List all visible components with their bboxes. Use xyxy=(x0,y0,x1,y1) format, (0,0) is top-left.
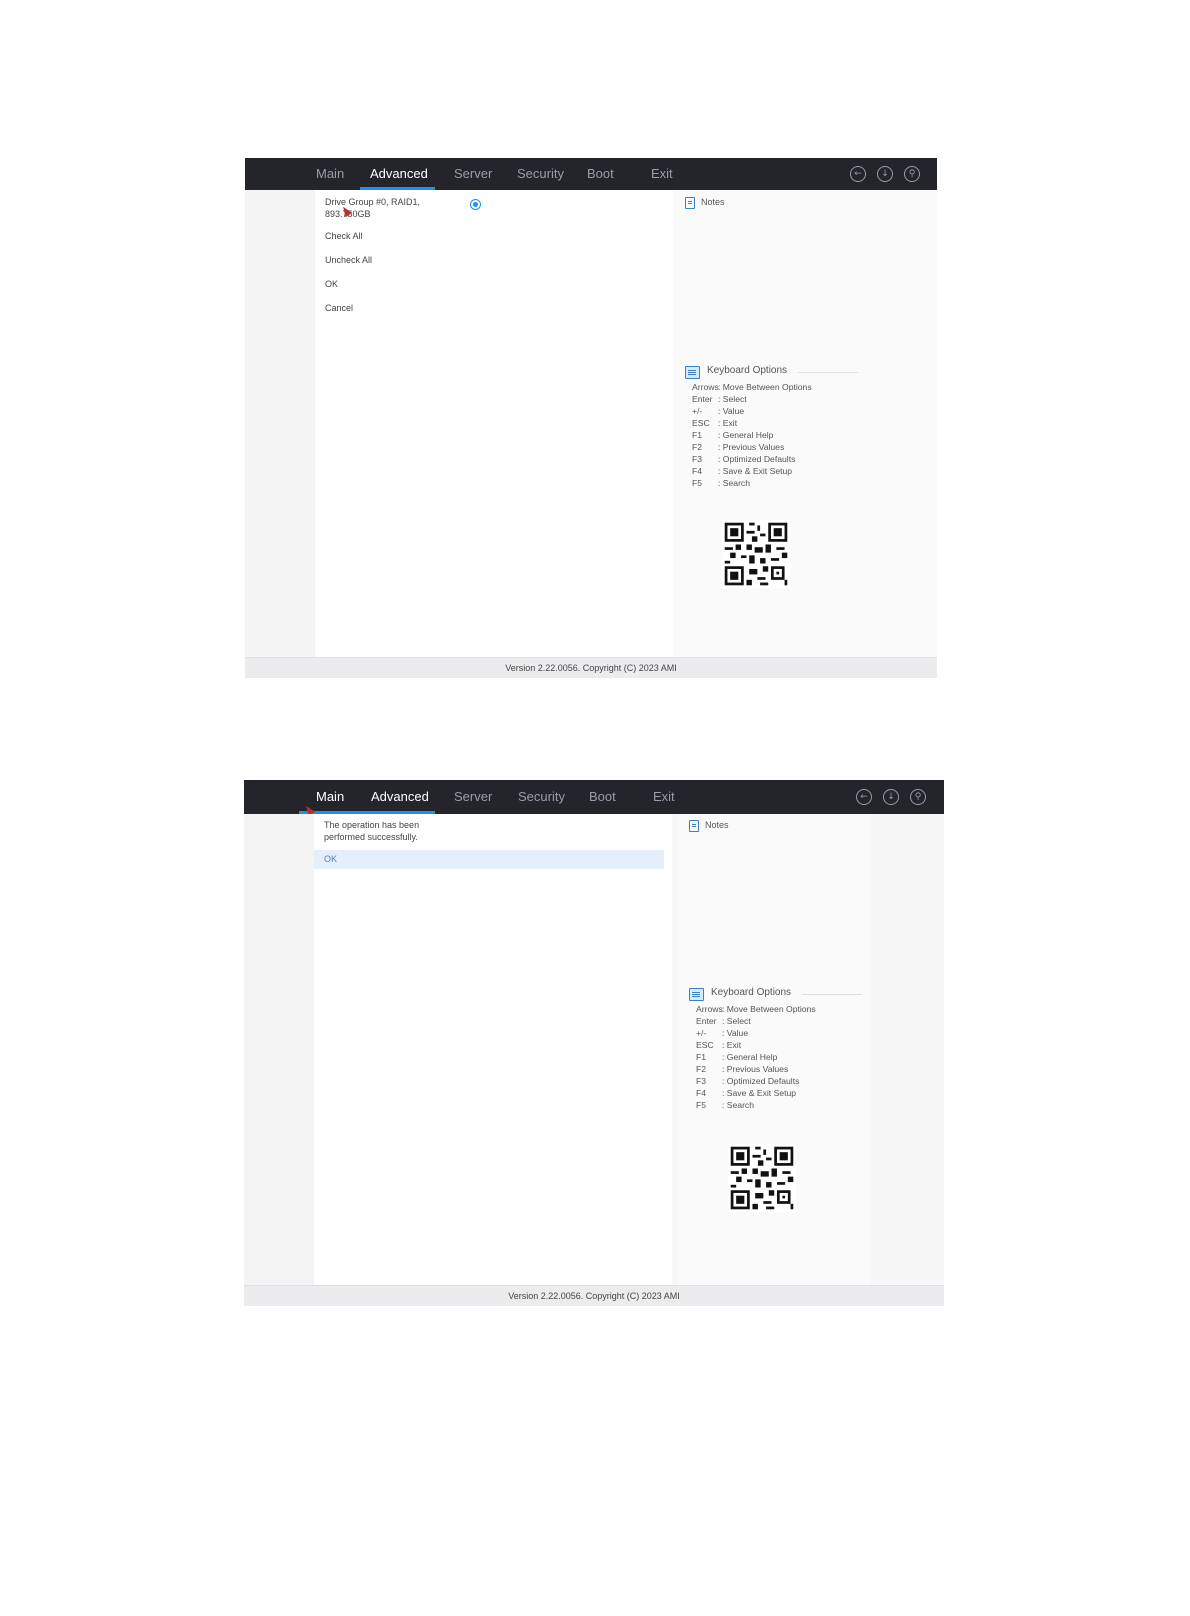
keyboard-row: +/-: Value xyxy=(696,1028,749,1038)
download-icon[interactable]: ↓ xyxy=(877,166,893,182)
tab-exit[interactable]: Exit xyxy=(653,780,675,814)
keyboard-title-divider xyxy=(798,372,858,373)
cancel-option[interactable]: Cancel xyxy=(325,302,353,314)
message-line-2: performed successfully. xyxy=(324,832,418,842)
ok-button[interactable]: OK xyxy=(314,850,664,869)
keyboard-icon xyxy=(685,366,700,379)
main-content-pane: The operation has been performed success… xyxy=(314,814,672,1286)
keyboard-row: F3: Optimized Defaults xyxy=(696,1076,800,1086)
uncheck-all-option[interactable]: Uncheck All xyxy=(325,254,372,266)
keyboard-row: ESC: Exit xyxy=(696,1040,742,1050)
keyboard-icon xyxy=(689,988,704,1001)
keyboard-row: F3: Optimized Defaults xyxy=(692,454,796,464)
keyboard-row: F5: Search xyxy=(692,478,751,488)
keyboard-row: F4: Save & Exit Setup xyxy=(692,466,793,476)
tab-exit[interactable]: Exit xyxy=(651,158,673,190)
keyboard-options-title: Keyboard Options xyxy=(707,365,788,376)
keyboard-options-title: Keyboard Options xyxy=(711,987,792,998)
main-content-pane: Drive Group #0, RAID1, 893.750GB Check A… xyxy=(315,190,673,658)
check-all-option[interactable]: Check All xyxy=(325,230,363,242)
keyboard-title-divider xyxy=(802,994,862,995)
keyboard-row: F2: Previous Values xyxy=(696,1064,789,1074)
keyboard-row: F5: Search xyxy=(696,1100,755,1110)
message-line-1: The operation has been xyxy=(324,820,420,830)
keyboard-row: F1: General Help xyxy=(692,430,774,440)
help-panel: Notes Keyboard Options Arrows: Move Betw… xyxy=(673,190,937,658)
tab-security[interactable]: Security xyxy=(518,780,565,814)
notes-title: Notes xyxy=(701,197,725,207)
tab-security[interactable]: Security xyxy=(517,158,564,190)
bios-screen-1: Main Advanced Server Security Boot Exit … xyxy=(245,158,937,678)
top-navigation-bar: Main Advanced Server Security Boot Exit … xyxy=(245,158,937,190)
qr-code-icon xyxy=(722,520,790,588)
tab-advanced[interactable]: Advanced xyxy=(371,780,429,814)
tab-main[interactable]: Main xyxy=(316,780,344,814)
back-icon[interactable]: ← xyxy=(850,166,866,182)
keyboard-row: F2: Previous Values xyxy=(692,442,785,452)
footer-version: Version 2.22.0056. Copyright (C) 2023 AM… xyxy=(244,1285,944,1306)
drive-group-line-1: Drive Group #0, RAID1, xyxy=(325,197,421,207)
ok-option[interactable]: OK xyxy=(325,278,338,290)
search-icon[interactable]: ⚲ xyxy=(910,789,926,805)
tab-server[interactable]: Server xyxy=(454,780,492,814)
left-margin xyxy=(244,814,314,1286)
notes-title: Notes xyxy=(705,820,729,830)
notes-icon xyxy=(689,820,699,832)
keyboard-row: Enter: Select xyxy=(696,1016,751,1026)
keyboard-row: Arrows: Move Between Options xyxy=(692,382,812,392)
keyboard-row: ESC: Exit xyxy=(692,418,738,428)
keyboard-row: +/-: Value xyxy=(692,406,745,416)
keyboard-row: F4: Save & Exit Setup xyxy=(696,1088,797,1098)
search-icon[interactable]: ⚲ xyxy=(904,166,920,182)
tab-main[interactable]: Main xyxy=(316,158,344,190)
download-icon[interactable]: ↓ xyxy=(883,789,899,805)
tab-boot[interactable]: Boot xyxy=(587,158,614,190)
bios-screen-2: Main Advanced Server Security Boot Exit … xyxy=(244,780,944,1306)
keyboard-row: Arrows: Move Between Options xyxy=(696,1004,816,1014)
operation-success-message: The operation has been performed success… xyxy=(324,819,419,843)
help-panel: Notes Keyboard Options Arrows: Move Betw… xyxy=(678,814,870,1286)
notes-icon xyxy=(685,197,695,209)
qr-code-icon xyxy=(728,1144,796,1212)
back-icon[interactable]: ← xyxy=(856,789,872,805)
drive-group-radio[interactable] xyxy=(470,199,481,210)
drive-group-line-2: 893.750GB xyxy=(325,209,371,219)
tab-boot[interactable]: Boot xyxy=(589,780,616,814)
top-navigation-bar: Main Advanced Server Security Boot Exit … xyxy=(244,780,944,817)
tab-server[interactable]: Server xyxy=(454,158,492,190)
keyboard-row: F1: General Help xyxy=(696,1052,778,1062)
left-margin xyxy=(245,190,315,658)
tab-advanced[interactable]: Advanced xyxy=(370,158,428,190)
footer-version: Version 2.22.0056. Copyright (C) 2023 AM… xyxy=(245,657,937,678)
keyboard-row: Enter: Select xyxy=(692,394,747,404)
